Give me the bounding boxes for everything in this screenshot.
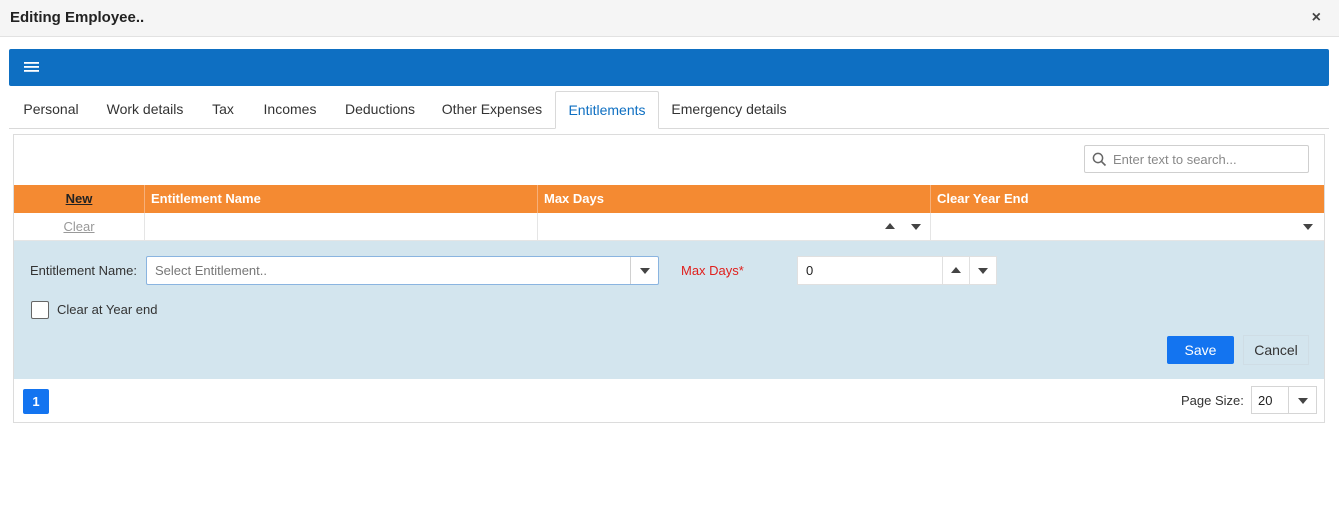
- entitlement-select[interactable]: [146, 256, 659, 285]
- clear-at-year-end-label[interactable]: Clear at Year end: [57, 302, 157, 317]
- filter-clear-year-end[interactable]: [931, 213, 1324, 241]
- max-days-decrement[interactable]: [969, 257, 996, 284]
- filter-max-days[interactable]: [538, 213, 931, 241]
- search-icon: [1092, 152, 1107, 167]
- filter-entitlement-name[interactable]: [145, 213, 538, 241]
- toolbar: [9, 49, 1329, 86]
- window-titlebar: Editing Employee.. ×: [0, 0, 1339, 37]
- clear-at-year-end-checkbox[interactable]: [31, 301, 49, 319]
- page-size-dropdown-button[interactable]: [1288, 387, 1316, 413]
- hamburger-menu-icon[interactable]: [23, 61, 40, 73]
- tab-tax[interactable]: Tax: [197, 91, 249, 129]
- max-days-label: Max Days*: [681, 263, 744, 278]
- column-header-max-days[interactable]: Max Days: [538, 185, 931, 213]
- close-icon[interactable]: ×: [1312, 9, 1321, 27]
- max-days-increment[interactable]: [942, 257, 969, 284]
- entitlement-name-label: Entitlement Name:: [30, 263, 137, 278]
- tab-deductions[interactable]: Deductions: [331, 91, 429, 129]
- window-title: Editing Employee..: [10, 9, 145, 26]
- chevron-down-icon: [1298, 398, 1308, 404]
- search-input[interactable]: [1111, 148, 1303, 170]
- entitlements-panel: New Entitlement Name Max Days Clear Year…: [13, 134, 1325, 423]
- cancel-button[interactable]: Cancel: [1244, 336, 1308, 364]
- edit-form: Entitlement Name: Max Days* Clear at Yea…: [14, 241, 1324, 379]
- search-box: [1084, 145, 1309, 173]
- page-button-1[interactable]: 1: [23, 389, 49, 414]
- max-days-stepper[interactable]: [797, 256, 997, 285]
- pager: 1 Page Size: 20: [14, 379, 1324, 422]
- new-row-link[interactable]: New: [14, 185, 145, 213]
- tab-strip: Personal Work details Tax Incomes Deduct…: [9, 91, 1329, 129]
- column-header-clear-year-end[interactable]: Clear Year End: [931, 185, 1324, 213]
- entitlement-select-input[interactable]: [153, 260, 623, 281]
- tab-emergency-details[interactable]: Emergency details: [659, 91, 799, 129]
- column-header-entitlement-name[interactable]: Entitlement Name: [145, 185, 538, 213]
- chevron-down-icon: [640, 268, 650, 274]
- page-size-select[interactable]: 20: [1251, 386, 1317, 414]
- max-days-input[interactable]: [804, 260, 934, 281]
- page-size-label: Page Size:: [1181, 393, 1244, 408]
- spin-down-icon: [978, 268, 988, 274]
- spin-up-icon: [951, 267, 961, 273]
- tab-incomes[interactable]: Incomes: [249, 91, 331, 129]
- tab-entitlements[interactable]: Entitlements: [555, 91, 659, 129]
- tab-other-expenses[interactable]: Other Expenses: [429, 91, 555, 129]
- tab-personal[interactable]: Personal: [9, 91, 93, 129]
- chevron-down-icon[interactable]: [1303, 224, 1313, 230]
- spin-down-icon[interactable]: [911, 224, 921, 230]
- spin-up-icon[interactable]: [885, 223, 895, 229]
- grid-header: New Entitlement Name Max Days Clear Year…: [14, 185, 1324, 213]
- clear-filter-link[interactable]: Clear: [14, 213, 145, 241]
- filter-row: Clear: [14, 213, 1324, 241]
- page-size-value: 20: [1258, 393, 1273, 408]
- save-button[interactable]: Save: [1167, 336, 1234, 364]
- entitlement-dropdown-button[interactable]: [630, 257, 658, 284]
- tab-work-details[interactable]: Work details: [93, 91, 197, 129]
